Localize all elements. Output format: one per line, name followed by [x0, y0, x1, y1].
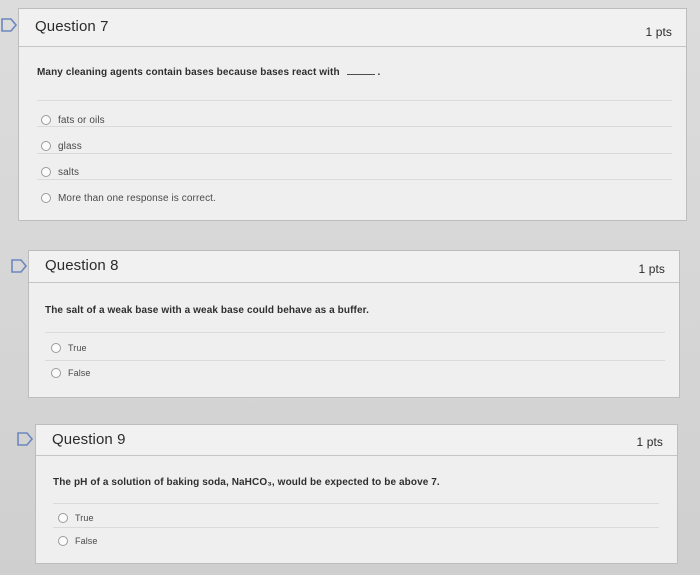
- question-9-header: Question 9 1 pts: [36, 425, 677, 456]
- question-points: 1 pts: [636, 435, 663, 449]
- flag-icon[interactable]: [10, 259, 28, 273]
- divider: [37, 100, 672, 101]
- question-prompt: The pH of a solution of baking soda, NaH…: [53, 477, 440, 488]
- answer-option[interactable]: More than one response is correct.: [41, 188, 216, 208]
- radio-button-icon[interactable]: [58, 536, 68, 546]
- question-prompt-text: Many cleaning agents contain bases becau…: [37, 67, 340, 78]
- question-prompt: Many cleaning agents contain bases becau…: [37, 67, 380, 78]
- question-8-body: The salt of a weak base with a weak base…: [29, 283, 679, 397]
- answer-label: salts: [58, 166, 80, 178]
- question-9-card: Question 9 1 pts The pH of a solution of…: [35, 424, 678, 564]
- divider: [37, 126, 672, 127]
- answer-label: True: [75, 513, 94, 523]
- question-8-header: Question 8 1 pts: [29, 251, 679, 283]
- radio-button-icon[interactable]: [41, 167, 51, 177]
- question-prompt-suffix: .: [377, 67, 381, 78]
- answer-label: glass: [58, 140, 82, 152]
- answer-option[interactable]: True: [51, 338, 87, 358]
- flag-icon[interactable]: [0, 18, 18, 32]
- answer-label: More than one response is correct.: [58, 192, 216, 204]
- radio-button-icon[interactable]: [41, 115, 51, 125]
- radio-button-icon[interactable]: [41, 193, 51, 203]
- radio-button-icon[interactable]: [41, 141, 51, 151]
- answer-option[interactable]: False: [51, 363, 91, 383]
- answer-option[interactable]: fats or oils: [41, 110, 105, 130]
- question-7-card: Question 7 1 pts Many cleaning agents co…: [18, 8, 687, 221]
- divider: [37, 179, 672, 180]
- question-7-header: Question 7 1 pts: [19, 9, 686, 47]
- question-7-body: Many cleaning agents contain bases becau…: [19, 47, 686, 220]
- radio-button-icon[interactable]: [51, 368, 61, 378]
- answer-option[interactable]: False: [58, 531, 98, 551]
- flag-icon[interactable]: [16, 432, 34, 446]
- question-points: 1 pts: [645, 25, 672, 39]
- question-9-body: The pH of a solution of baking soda, NaH…: [36, 456, 677, 563]
- answer-label: fats or oils: [58, 114, 105, 126]
- question-8-card: Question 8 1 pts The salt of a weak base…: [28, 250, 680, 398]
- question-prompt: The salt of a weak base with a weak base…: [45, 305, 369, 316]
- radio-button-icon[interactable]: [51, 343, 61, 353]
- answer-label: False: [68, 368, 91, 378]
- question-title: Question 8: [45, 257, 119, 274]
- answer-label: False: [75, 536, 98, 546]
- question-points: 1 pts: [638, 262, 665, 276]
- answer-option[interactable]: True: [58, 508, 94, 528]
- answer-label: True: [68, 343, 87, 353]
- answer-blank: [346, 73, 375, 75]
- divider: [45, 332, 665, 333]
- divider: [53, 527, 659, 528]
- radio-button-icon[interactable]: [58, 513, 68, 523]
- question-title: Question 9: [52, 431, 126, 448]
- question-title: Question 7: [35, 18, 109, 35]
- divider: [53, 503, 659, 504]
- divider: [37, 153, 672, 154]
- divider: [45, 360, 665, 361]
